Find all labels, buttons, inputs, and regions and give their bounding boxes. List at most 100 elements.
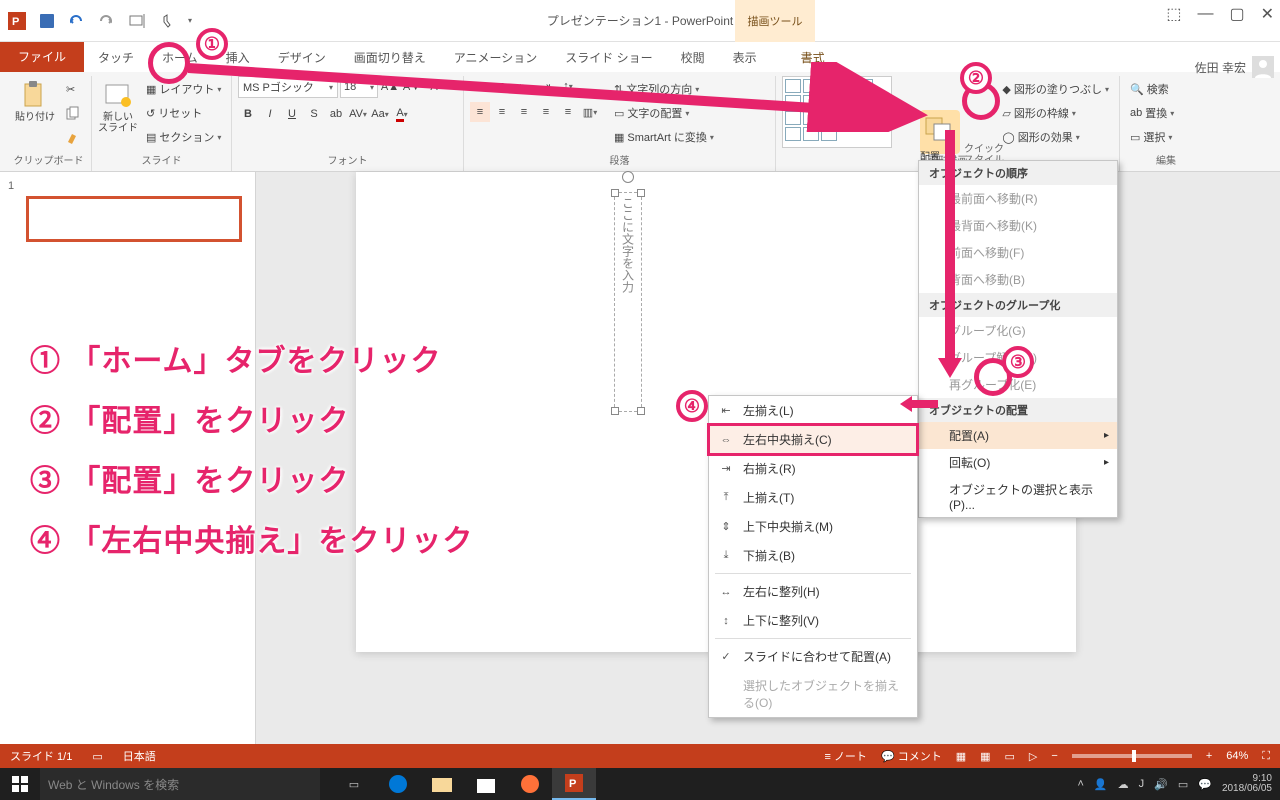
step-badge-2: ② (960, 62, 992, 94)
powerpoint-taskbar-icon[interactable]: P (552, 768, 596, 800)
fit-to-window-button[interactable]: ⛶ (1262, 750, 1270, 763)
powerpoint-icon[interactable]: P (8, 12, 26, 30)
sorter-view-button[interactable]: ▦ (980, 750, 990, 763)
shape-fill-button[interactable]: ◆ 図形の塗りつぶし ▾ (998, 78, 1113, 100)
ribbon-options-icon[interactable]: ⬚ (1166, 4, 1181, 24)
zoom-percent[interactable]: 64% (1226, 750, 1248, 762)
store-icon[interactable] (464, 768, 508, 800)
close-icon[interactable]: ✕ (1261, 4, 1274, 24)
zoom-slider[interactable] (1072, 754, 1192, 758)
replace-button[interactable]: ab 置換 ▾ (1126, 102, 1178, 124)
start-button[interactable] (0, 768, 40, 800)
align-submenu-item[interactable]: 配置(A)▸ (919, 422, 1117, 449)
align-selected-objects-item[interactable]: 選択したオブジェクトを揃える(O) (709, 671, 917, 717)
align-center-horizontal-item[interactable]: ⇔左右中央揃え(C) (709, 425, 917, 454)
brush-icon (66, 130, 80, 144)
maximize-icon[interactable]: ▢ (1229, 4, 1244, 24)
align-top-item[interactable]: ⤒上揃え(T) (709, 483, 917, 512)
resize-handle[interactable] (637, 189, 645, 197)
user-name: 佐田 幸宏 (1195, 59, 1246, 76)
tray-network-icon[interactable]: ▭ (1178, 778, 1188, 791)
paste-button[interactable]: 貼り付け (12, 76, 58, 123)
step-badge-4: ④ (676, 390, 708, 422)
slide-counter: スライド 1/1 (10, 748, 72, 764)
taskbar-search[interactable]: Web と Windows を検索 (40, 768, 320, 800)
annotation-arrow-1 (188, 62, 948, 132)
align-bottom-item[interactable]: ⤓下揃え(B) (709, 541, 917, 570)
align-middle-item[interactable]: ⇕上下中央揃え(M) (709, 512, 917, 541)
instruction-text-2: ② 「配置」をクリック (30, 396, 349, 440)
tray-ime-icon[interactable]: J (1139, 778, 1145, 790)
start-from-beginning-icon[interactable] (128, 12, 146, 30)
user-avatar-icon (1252, 56, 1274, 78)
align-submenu: ⇤左揃え(L) ⇔左右中央揃え(C) ⇥右揃え(R) ⤒上揃え(T) ⇕上下中央… (708, 395, 918, 718)
comments-button[interactable]: 💬 コメント (881, 748, 942, 764)
tray-volume-icon[interactable]: 🔊 (1154, 778, 1168, 791)
distribute-horizontally-item[interactable]: ↔左右に整列(H) (709, 577, 917, 606)
svg-text:P: P (12, 16, 19, 28)
task-view-button[interactable]: ▭ (332, 768, 376, 800)
firefox-icon[interactable] (508, 768, 552, 800)
annotation-arrow-2 (938, 130, 968, 380)
quick-access-toolbar: P ▾ (0, 0, 192, 41)
tray-people-icon[interactable]: 👤 (1094, 778, 1108, 791)
save-icon[interactable] (38, 12, 56, 30)
system-tray: ˄ 👤 ☁ J 🔊 ▭ 💬 9:102018/06/05 (1077, 774, 1272, 795)
new-slide-icon (103, 80, 133, 110)
shape-effects-button[interactable]: ◯ 図形の効果 ▾ (998, 126, 1113, 148)
align-right-item[interactable]: ⇥右揃え(R) (709, 454, 917, 483)
minimize-icon[interactable]: — (1197, 5, 1213, 23)
edge-icon[interactable] (376, 768, 420, 800)
select-button[interactable]: ▭ 選択 ▾ (1126, 126, 1178, 148)
step-badge-3: ③ (1002, 346, 1034, 378)
instruction-text-3: ③ 「配置」をクリック (30, 456, 349, 500)
svg-text:P: P (569, 778, 576, 790)
window-title: プレゼンテーション1 - PowerPoint (547, 12, 733, 29)
align-left-item[interactable]: ⇤左揃え(L) (709, 396, 917, 425)
slide-thumbnail-1[interactable] (26, 196, 242, 242)
step-badge-1: ① (196, 28, 228, 60)
distribute-vertically-item[interactable]: ↕上下に整列(V) (709, 606, 917, 635)
text-placeholder[interactable]: ここに文字を入力 (614, 192, 642, 412)
tab-touch[interactable]: タッチ (84, 43, 148, 72)
tray-onedrive-icon[interactable]: ☁ (1118, 778, 1129, 791)
group-editing: 🔍 検索 ab 置換 ▾ ▭ 選択 ▾ 編集 (1120, 76, 1212, 171)
slideshow-view-button[interactable]: ▷ (1029, 750, 1037, 763)
context-tab-label: 描画ツール (735, 0, 815, 42)
rotate-submenu-item[interactable]: 回転(O)▸ (919, 449, 1117, 476)
paste-icon (20, 80, 50, 110)
resize-handle[interactable] (611, 407, 619, 415)
user-account[interactable]: 佐田 幸宏 (1195, 56, 1274, 78)
spellcheck-icon[interactable]: ▭ (92, 750, 102, 763)
resize-handle[interactable] (637, 407, 645, 415)
normal-view-button[interactable]: ▦ (956, 750, 966, 763)
touch-mode-icon[interactable] (158, 12, 176, 30)
explorer-icon[interactable] (420, 768, 464, 800)
language-label[interactable]: 日本語 (123, 748, 156, 764)
redo-icon[interactable] (98, 12, 116, 30)
instruction-text-1: ① 「ホーム」タブをクリック (30, 336, 441, 380)
tab-file[interactable]: ファイル (0, 41, 84, 72)
window-controls: ⬚ — ▢ ✕ (1166, 4, 1274, 24)
shape-outline-button[interactable]: ▱ 図形の枠線 ▾ (998, 102, 1113, 124)
new-slide-button[interactable]: 新しい スライド (98, 76, 138, 134)
title-bar: P ▾ プレゼンテーション1 - PowerPoint 描画ツール ⬚ — ▢ … (0, 0, 1280, 42)
align-to-slide-item[interactable]: ✓スライドに合わせて配置(A) (709, 642, 917, 671)
rotate-handle[interactable] (622, 171, 634, 183)
undo-icon[interactable] (68, 12, 86, 30)
taskbar-clock[interactable]: 9:102018/06/05 (1222, 774, 1272, 795)
format-painter-button[interactable] (62, 126, 84, 148)
find-button[interactable]: 🔍 検索 (1126, 78, 1178, 100)
copy-button[interactable] (62, 102, 84, 124)
resize-handle[interactable] (611, 189, 619, 197)
qat-more-icon[interactable]: ▾ (188, 16, 192, 25)
zoom-in-button[interactable]: + (1206, 750, 1212, 762)
cut-button[interactable]: ✂ (62, 78, 84, 100)
annotation-arrow-3 (900, 394, 940, 414)
notes-button[interactable]: ≡ ノート (824, 748, 866, 764)
tray-chevron-icon[interactable]: ˄ (1077, 778, 1083, 790)
selection-pane-item[interactable]: オブジェクトの選択と表示(P)... (919, 476, 1117, 517)
reading-view-button[interactable]: ▭ (1005, 750, 1015, 763)
zoom-out-button[interactable]: − (1051, 750, 1057, 762)
tray-action-center-icon[interactable]: 💬 (1198, 778, 1212, 791)
